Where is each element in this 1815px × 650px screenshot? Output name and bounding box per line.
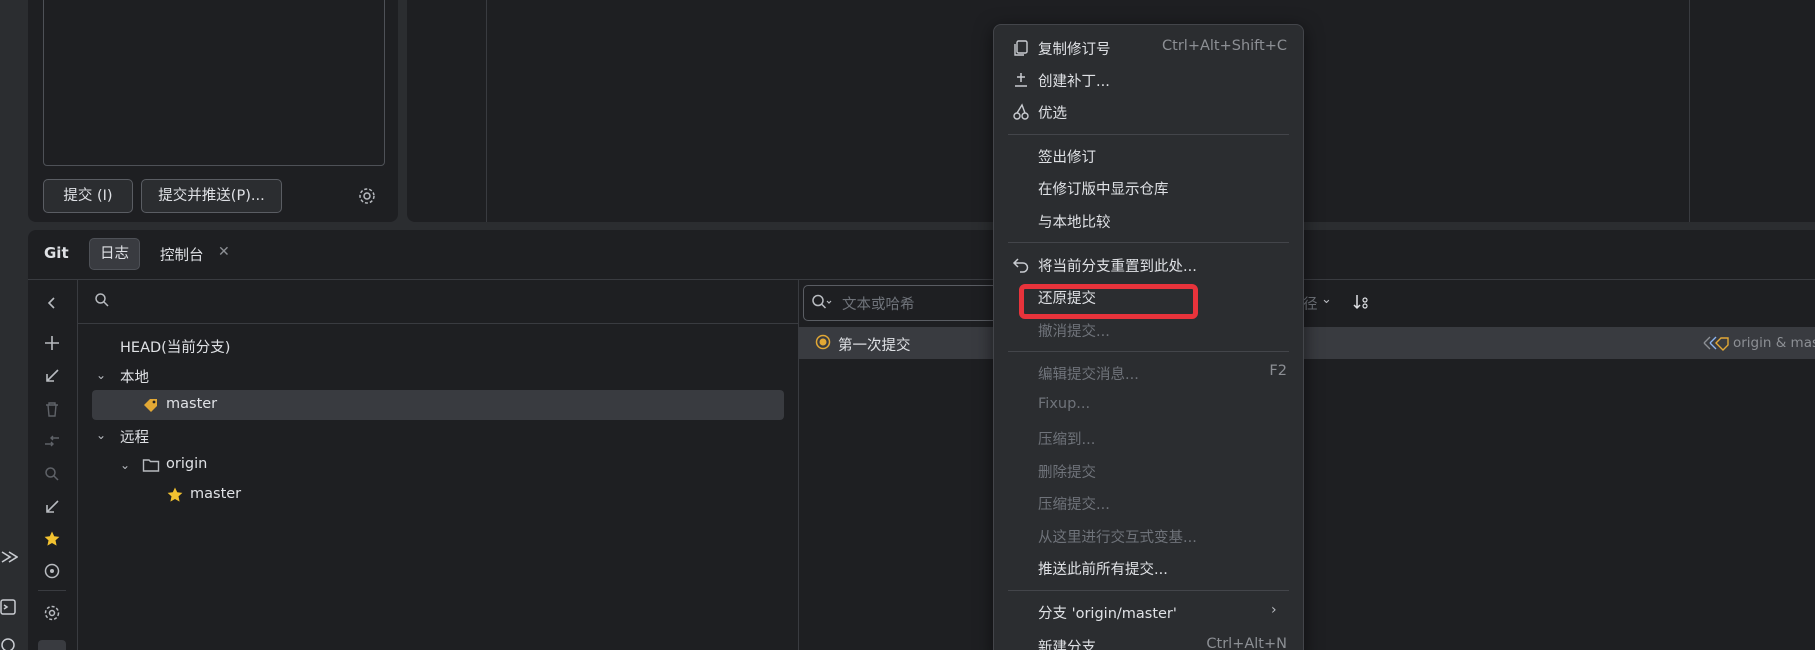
search-icon[interactable] xyxy=(94,292,110,308)
new-branch-shortcut: Ctrl+Alt+N xyxy=(1206,636,1287,650)
menu-separator xyxy=(1008,134,1289,135)
chevron-down-icon[interactable]: ⌄ xyxy=(96,428,106,442)
folder-icon xyxy=(142,456,160,474)
copy-icon xyxy=(1012,39,1030,57)
commit-refs: origin & mast xyxy=(1733,335,1815,351)
navigate-icon[interactable] xyxy=(43,562,61,580)
search-placeholder: 文本或哈希 xyxy=(842,297,915,313)
path-filter-label[interactable]: 径 xyxy=(1303,293,1318,314)
highlight-box xyxy=(1019,284,1198,319)
services-icon[interactable] xyxy=(0,636,18,650)
divider xyxy=(1689,0,1690,222)
chevron-down-icon[interactable]: ⌄ xyxy=(120,458,130,472)
divider xyxy=(28,279,1815,280)
menu-separator xyxy=(1008,590,1289,591)
sort-icon[interactable] xyxy=(1352,292,1372,312)
menu-item-new-branch[interactable]: 新建分支... xyxy=(1038,636,1110,650)
commit-node-icon xyxy=(815,334,831,350)
menu-item-branch-submenu[interactable]: 分支 'origin/master' xyxy=(1038,602,1177,623)
menu-item-push-all-before[interactable]: 推送此前所有提交... xyxy=(1038,558,1168,579)
menu-item-drop-commit: 删除提交 xyxy=(1038,465,1096,481)
origin-remote-item[interactable]: origin xyxy=(166,456,207,472)
cherry-pick-icon xyxy=(1012,103,1030,121)
menu-separator xyxy=(1008,242,1289,243)
new-branch-icon[interactable] xyxy=(43,334,61,352)
expand-icon[interactable] xyxy=(38,640,66,650)
update-icon[interactable] xyxy=(43,367,61,385)
menu-separator xyxy=(1008,351,1289,352)
commit-button[interactable]: 提交 (I) xyxy=(43,179,133,213)
chevron-right-icon: › xyxy=(1271,602,1277,618)
menu-item-interactive-rebase: 从这里进行交互式变基... xyxy=(1038,530,1197,546)
menu-item-squash-into: 压缩到... xyxy=(1038,432,1096,448)
local-master-branch[interactable]: master xyxy=(166,396,217,412)
menu-item-edit-message: 编辑提交消息... xyxy=(1038,367,1139,383)
commit-message[interactable]: 第一次提交 xyxy=(838,334,911,355)
commit-row[interactable] xyxy=(798,327,1815,359)
undo-icon xyxy=(1012,256,1030,274)
collapse-panel-icon[interactable] xyxy=(43,294,61,312)
origin-master-branch[interactable]: master xyxy=(190,486,241,502)
menu-item-cherry-pick[interactable]: 优选 xyxy=(1038,102,1067,123)
git-panel-title: Git xyxy=(44,244,69,262)
tab-log[interactable]: 日志 xyxy=(89,238,140,270)
tag-icon xyxy=(142,396,160,414)
menu-item-compare-with-local[interactable]: 与本地比较 xyxy=(1038,211,1111,232)
head-branch-item[interactable]: HEAD(当前分支) xyxy=(120,336,230,357)
search-icon[interactable] xyxy=(43,465,61,483)
divider xyxy=(77,280,78,650)
edit-message-shortcut: F2 xyxy=(1269,363,1287,379)
create-patch-icon xyxy=(1012,71,1030,89)
menu-item-checkout-revision[interactable]: 签出修订 xyxy=(1038,146,1096,167)
menu-item-copy-revision[interactable]: 复制修订号 xyxy=(1038,38,1111,59)
menu-item-show-repo-at-revision[interactable]: 在修订版中显示仓库 xyxy=(1038,178,1169,199)
search-icon[interactable] xyxy=(811,293,833,311)
delete-icon[interactable] xyxy=(43,400,61,418)
fetch-icon[interactable] xyxy=(43,498,61,516)
menu-item-reset-branch[interactable]: 将当前分支重置到此处... xyxy=(1038,255,1197,276)
close-icon[interactable]: ✕ xyxy=(218,244,230,260)
menu-item-squash-commits: 压缩提交... xyxy=(1038,497,1110,513)
settings-icon[interactable] xyxy=(43,604,61,622)
menu-item-undo-commit: 撤消提交... xyxy=(1038,324,1110,340)
divider xyxy=(486,0,487,222)
divider xyxy=(38,590,66,591)
compare-icon[interactable] xyxy=(43,432,61,450)
menu-item-create-patch[interactable]: 创建补丁... xyxy=(1038,70,1110,91)
copy-revision-shortcut: Ctrl+Alt+Shift+C xyxy=(1162,38,1287,54)
favorite-star-icon[interactable] xyxy=(43,530,61,548)
commit-message-input[interactable] xyxy=(43,0,385,166)
gear-icon[interactable] xyxy=(357,186,377,206)
terminal-icon[interactable] xyxy=(0,598,18,616)
commit-and-push-button[interactable]: 提交并推送(P)... xyxy=(141,179,282,213)
outer-tool-rail xyxy=(0,0,26,650)
divider xyxy=(78,323,798,324)
tab-console[interactable]: 控制台 xyxy=(160,244,204,265)
menu-item-fixup: Fixup... xyxy=(1038,396,1091,412)
local-group-label[interactable]: 本地 xyxy=(120,366,149,387)
chevron-down-icon[interactable]: ⌄ xyxy=(96,368,106,382)
chevron-down-icon[interactable]: ⌄ xyxy=(1321,292,1332,307)
run-icon[interactable] xyxy=(0,548,19,566)
branch-tags-icon xyxy=(1702,335,1730,351)
remote-group-label[interactable]: 远程 xyxy=(120,426,149,447)
star-icon xyxy=(166,486,184,504)
